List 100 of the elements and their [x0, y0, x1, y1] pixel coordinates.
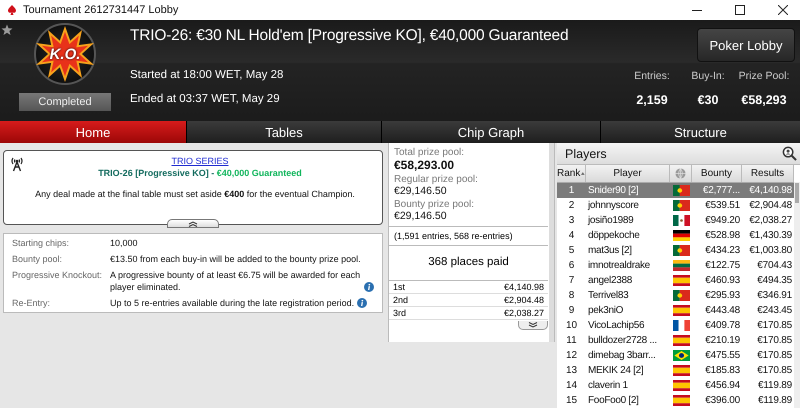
bounty-cell-text: €460.93	[704, 275, 741, 286]
player-row[interactable]: 9 pek3niO €443.48 €243.45	[557, 303, 794, 318]
player-cell-text: Snider90 [2]	[587, 185, 640, 196]
payout-place: 1st	[393, 282, 406, 292]
search-icon[interactable]	[782, 146, 797, 161]
bounty-cell-text: €434.23	[704, 245, 741, 256]
bounty-cell-text: €443.48	[704, 305, 741, 316]
rank-column-header[interactable]: Rank	[557, 165, 586, 182]
stat-label: Buy-In:	[691, 70, 725, 82]
tab[interactable]: Tables	[187, 121, 381, 143]
column-header[interactable]: Results	[742, 165, 794, 182]
bounty-cell-text: €210.19	[704, 335, 741, 346]
rank-cell-text: 11	[565, 335, 578, 346]
rank-cell-text: 15	[564, 395, 578, 406]
bounty-cell-text: €949.20	[704, 215, 741, 226]
player-cell-text: imnotrealdrake	[587, 260, 651, 271]
tab[interactable]: Chip Graph	[382, 121, 600, 143]
player-row[interactable]: 13 MEKIK 24 [2] €185.83 €170.85	[557, 363, 794, 378]
player-row[interactable]: 6 imnotrealdrake €122.75 €704.43	[557, 258, 794, 273]
favorite-star-icon[interactable]	[1, 24, 13, 36]
player-cell-text: josiño1989	[586, 215, 634, 226]
poker-lobby-button[interactable]: Poker Lobby	[697, 28, 795, 62]
window-title: Tournament 2612731447 Lobby	[23, 4, 178, 16]
payout-amount: €2,904.48	[504, 295, 544, 305]
player-row[interactable]: 5 mat3us [2] €434.23 €1,003.80	[557, 243, 794, 258]
rank-cell-text: 1	[568, 185, 576, 196]
player-row[interactable]: 7 angel2388 €460.93 €494.35	[557, 273, 794, 288]
pool-value: €58,293.00	[394, 158, 456, 172]
result-cell-text: €170.85	[756, 320, 793, 331]
player-cell-text: johnnyscore	[586, 200, 640, 211]
double-caret-up-icon	[188, 220, 198, 226]
player-cell-text: döppekoche	[587, 230, 640, 241]
bounty-cell-text: €539.51	[704, 200, 741, 211]
maximize-icon[interactable]	[735, 5, 745, 15]
announcement-subtitle: TRIO-26 [Progressive KO] -	[98, 168, 214, 178]
detail-label: Progressive Knockout:	[12, 269, 104, 282]
rank-cell-text: 13	[564, 365, 578, 376]
series-link[interactable]: TRIO SERIES	[171, 156, 228, 166]
announcement-message: Any deal made at the final table must set aside €400 for the eventual Champion.	[35, 189, 355, 199]
result-cell-text: €243.45	[756, 305, 793, 316]
rank-cell-text: 9	[568, 305, 576, 316]
player-row[interactable]: 3 josiño1989 €949.20 €2,038.27	[557, 213, 794, 228]
close-icon[interactable]	[778, 5, 788, 15]
info-icon[interactable]	[357, 298, 368, 308]
scrollbar[interactable]	[794, 182, 800, 408]
player-row[interactable]: 12 dimebag 3barr... €475.55 €170.85	[557, 348, 794, 363]
stat-value: 2,159	[636, 93, 668, 107]
scrollbar[interactable]	[549, 143, 554, 342]
result-cell-text: €119.89	[756, 380, 793, 391]
column-header[interactable]: Bounty	[692, 165, 742, 182]
end-time: Ended at 03:37 WET, May 29	[130, 93, 281, 105]
tournament-title: TRIO-26: €30 NL Hold'em [Progressive KO], €40,000 Guaranteed	[130, 27, 570, 45]
expand-tab[interactable]	[518, 321, 548, 330]
detail-value: Up to 5 re-entries available during the late registration period.	[110, 297, 354, 309]
entries-note: (1,591 entries, 568 re-entries)	[389, 226, 548, 246]
info-icon[interactable]	[364, 282, 374, 292]
tab[interactable]: Home	[0, 121, 186, 143]
tab[interactable]: Structure	[601, 121, 800, 143]
player-row[interactable]: 15 FooFoo0 [2] €396.00 €119.89	[557, 393, 794, 408]
player-cell-text: pek3niO	[587, 305, 624, 316]
start-time: Started at 18:00 WET, May 28	[130, 69, 284, 81]
bounty-cell-text: €122.75	[704, 260, 741, 271]
player-row[interactable]: 10 VicoLachip56 €409.78 €170.85	[557, 318, 794, 333]
bounty-cell-text: €185.83	[704, 365, 741, 376]
bounty-cell-text: €456.94	[704, 380, 741, 391]
pool-label: Regular prize pool:	[394, 174, 479, 185]
column-header[interactable]: Player	[586, 165, 670, 182]
broadcast-icon	[10, 156, 24, 172]
bounty-cell-text: €528.98	[704, 230, 741, 241]
detail-label: Starting chips:	[12, 237, 70, 249]
player-row[interactable]: 1 Snider90 [2] €2,777... €4,140.98	[557, 183, 794, 198]
player-row[interactable]: 8 Terrivel83 €295.93 €346.91	[557, 288, 794, 303]
result-cell-text: €704.43	[756, 260, 793, 271]
player-cell-text: mat3us [2]	[587, 245, 633, 256]
player-row[interactable]: 2 johnnyscore €539.51 €2,904.48	[557, 198, 794, 213]
result-cell-text: €2,038.27	[748, 215, 793, 226]
stat-label: Prize Pool:	[738, 70, 790, 82]
payout-amount: €2,038.27	[504, 308, 544, 318]
detail-label: Bounty pool:	[12, 253, 64, 265]
detail-value: 10,000	[110, 237, 138, 249]
stat-label: Entries:	[634, 70, 670, 82]
collapse-tab[interactable]	[167, 219, 219, 228]
rank-cell-text: 10	[564, 320, 578, 331]
double-caret-down-icon	[528, 322, 538, 328]
player-cell-text: claverin 1	[587, 380, 629, 391]
player-row[interactable]: 4 döppekoche €528.98 €1,430.39	[557, 228, 794, 243]
rank-cell-text: 14	[564, 380, 578, 391]
status-ribbon: Completed	[19, 93, 111, 111]
player-row[interactable]: 11 bulldozer2728 ... €210.19 €170.85	[557, 333, 794, 348]
stat-value: €30	[698, 93, 718, 107]
result-cell-text: €1,003.80	[748, 245, 793, 256]
bounty-cell-text: €396.00	[704, 395, 741, 406]
player-cell-text: angel2388	[587, 275, 634, 286]
player-cell-text: MEKIK 24 [2]	[587, 365, 644, 376]
rank-cell-text: 3	[568, 215, 576, 226]
detail-label: Re-Entry:	[12, 297, 52, 309]
rank-cell-text: 12	[564, 350, 578, 361]
pool-label: Total prize pool:	[394, 147, 466, 158]
player-row[interactable]: 14 claverin 1 €456.94 €119.89	[557, 378, 794, 393]
bounty-cell-text: €2,777...	[702, 185, 741, 196]
